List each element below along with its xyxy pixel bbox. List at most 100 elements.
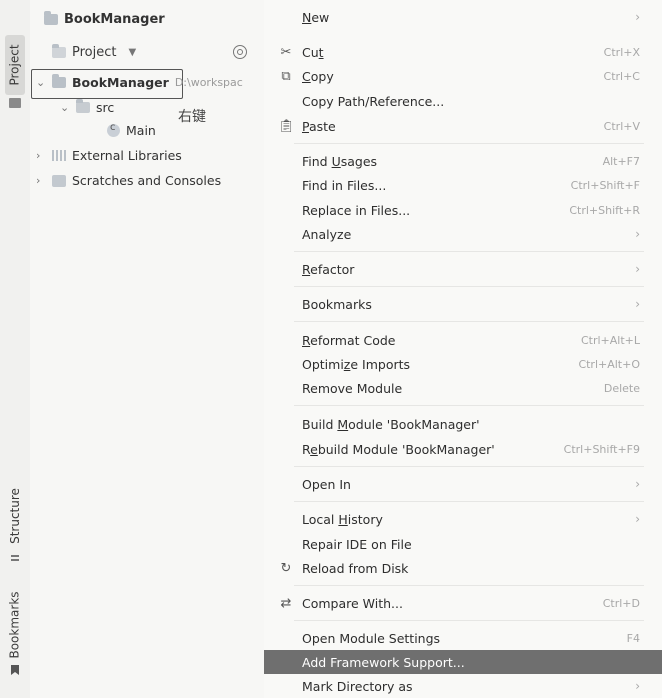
menu-item-label: Paste	[302, 118, 336, 134]
tree-row-src[interactable]: ⌄ src	[60, 99, 114, 115]
tree-row-external-libraries[interactable]: › External Libraries	[36, 148, 182, 163]
menu-separator	[294, 286, 644, 287]
reload-icon: ↻	[280, 560, 292, 576]
chevron-right-icon: ›	[635, 262, 640, 276]
menu-item-open-in[interactable]: Open In ›	[264, 472, 662, 496]
menu-item-label: Rebuild Module 'BookManager'	[302, 441, 495, 457]
chevron-right-icon: ›	[635, 679, 640, 693]
tree-row-scratches[interactable]: › Scratches and Consoles	[36, 173, 221, 188]
menu-separator	[294, 466, 644, 467]
menu-separator	[294, 405, 644, 406]
menu-separator	[294, 620, 644, 621]
menu-item-repair-ide[interactable]: Repair IDE on File	[264, 532, 662, 556]
menu-item-label: Repair IDE on File	[302, 536, 412, 552]
root-name: BookManager	[72, 75, 169, 90]
src-folder-icon	[76, 99, 90, 113]
menu-item-remove-module[interactable]: Remove Module Delete	[264, 376, 662, 400]
view-selector[interactable]: Project ▼	[52, 44, 136, 60]
menu-item-label: Reload from Disk	[302, 560, 409, 576]
project-tab-label: Project	[8, 44, 22, 86]
menu-item-label: Local History	[302, 511, 383, 527]
menu-item-label: Refactor	[302, 261, 355, 277]
menu-item-copy-path[interactable]: Copy Path/Reference...	[264, 89, 662, 113]
tool-window-strip: Project Structure Bookmarks	[0, 0, 31, 698]
menu-item-find-in-files[interactable]: Find in Files... Ctrl+Shift+F	[264, 173, 662, 197]
view-selector-label: Project	[72, 45, 117, 60]
menu-item-label: Bookmarks	[302, 296, 372, 312]
menu-item-rebuild-module[interactable]: Rebuild Module 'BookManager' Ctrl+Shift+…	[264, 437, 662, 461]
structure-icon	[11, 553, 19, 561]
chevron-right-icon[interactable]: ›	[36, 174, 46, 187]
menu-item-find-usages[interactable]: Find Usages Alt+F7	[264, 149, 662, 173]
menu-item-label: Open In	[302, 476, 351, 492]
tree-row-main[interactable]: Main	[107, 122, 156, 138]
chevron-right-icon: ›	[635, 512, 640, 526]
library-icon	[52, 150, 66, 161]
annotation-right-click: 右键	[178, 109, 206, 125]
panel-title: BookManager	[44, 11, 165, 27]
menu-item-shortcut: Ctrl+C	[603, 69, 640, 83]
menu-separator	[294, 143, 644, 144]
locate-target-icon[interactable]	[233, 45, 247, 59]
scratches-label: Scratches and Consoles	[72, 173, 222, 188]
menu-item-shortcut: F4	[626, 631, 640, 645]
menu-item-add-framework-support[interactable]: Add Framework Support...	[264, 650, 662, 674]
menu-item-replace-in-files[interactable]: Replace in Files... Ctrl+Shift+R	[264, 198, 662, 222]
scratches-icon	[52, 174, 66, 187]
menu-separator	[294, 321, 644, 322]
bookmarks-tab-label: Bookmarks	[8, 591, 23, 659]
structure-tab-label: Structure	[8, 488, 23, 544]
folder-icon	[9, 98, 21, 108]
chevron-down-icon[interactable]: ⌄	[36, 76, 46, 89]
tree-row-root[interactable]: ⌄ BookManager D:\workspac	[36, 74, 243, 90]
project-tool-tab[interactable]: Project	[5, 35, 25, 95]
menu-item-shortcut: Ctrl+Alt+O	[578, 357, 640, 371]
menu-item-copy[interactable]: ⧉ Copy Ctrl+C	[264, 64, 662, 88]
menu-item-compare-with[interactable]: ⇄ Compare With... Ctrl+D	[264, 591, 662, 615]
menu-item-label: Add Framework Support...	[302, 654, 465, 670]
menu-item-shortcut: Delete	[603, 381, 640, 395]
root-path: D:\workspac	[174, 76, 243, 89]
menu-item-shortcut: Ctrl+Alt+L	[580, 333, 640, 347]
chevron-down-icon[interactable]: ⌄	[60, 101, 70, 114]
menu-item-paste[interactable]: 📋︎ Paste Ctrl+V	[264, 114, 662, 138]
project-folder-icon	[44, 11, 58, 25]
compare-icon: ⇄	[280, 595, 292, 611]
menu-item-mark-directory-as[interactable]: Mark Directory as ›	[264, 674, 662, 698]
menu-item-optimize-imports[interactable]: Optimize Imports Ctrl+Alt+O	[264, 352, 662, 376]
bookmarks-tool-tab[interactable]: Bookmarks	[5, 585, 25, 665]
menu-separator	[294, 251, 644, 252]
menu-item-reformat-code[interactable]: Reformat Code Ctrl+Alt+L	[264, 328, 662, 352]
menu-item-reload-from-disk[interactable]: ↻ Reload from Disk	[264, 556, 662, 580]
chevron-right-icon: ›	[635, 477, 640, 491]
structure-tool-tab[interactable]: Structure	[5, 480, 25, 552]
context-menu: New › ✂ Cut Ctrl+X ⧉ Copy Ctrl+C Copy Pa…	[264, 0, 662, 698]
chevron-right-icon: ›	[635, 297, 640, 311]
menu-item-label: Copy	[302, 68, 334, 84]
menu-item-label: Build Module 'BookManager'	[302, 416, 480, 432]
view-selector-icon	[52, 44, 66, 58]
scissors-icon: ✂	[280, 44, 292, 60]
bookmark-icon	[11, 665, 19, 675]
menu-item-label: New	[302, 9, 330, 25]
class-icon	[107, 122, 120, 137]
menu-item-bookmarks[interactable]: Bookmarks ›	[264, 292, 662, 316]
menu-item-build-module[interactable]: Build Module 'BookManager'	[264, 412, 662, 436]
menu-item-analyze[interactable]: Analyze ›	[264, 222, 662, 246]
menu-item-label: Open Module Settings	[302, 630, 441, 646]
main-label: Main	[126, 123, 156, 138]
menu-item-shortcut: Alt+F7	[602, 154, 640, 168]
menu-item-refactor[interactable]: Refactor ›	[264, 257, 662, 281]
chevron-right-icon[interactable]: ›	[36, 149, 46, 162]
menu-item-shortcut: Ctrl+D	[602, 596, 640, 610]
menu-item-new[interactable]: New ›	[264, 5, 662, 29]
menu-item-label: Mark Directory as	[302, 678, 413, 694]
menu-item-label: Optimize Imports	[302, 356, 411, 372]
menu-item-open-module-settings[interactable]: Open Module Settings F4	[264, 626, 662, 650]
menu-item-label: Copy Path/Reference...	[302, 93, 445, 109]
menu-item-local-history[interactable]: Local History ›	[264, 507, 662, 531]
menu-separator	[294, 585, 644, 586]
menu-item-cut[interactable]: ✂ Cut Ctrl+X	[264, 40, 662, 64]
menu-item-shortcut: Ctrl+Shift+R	[569, 203, 640, 217]
menu-item-label: Compare With...	[302, 595, 403, 611]
